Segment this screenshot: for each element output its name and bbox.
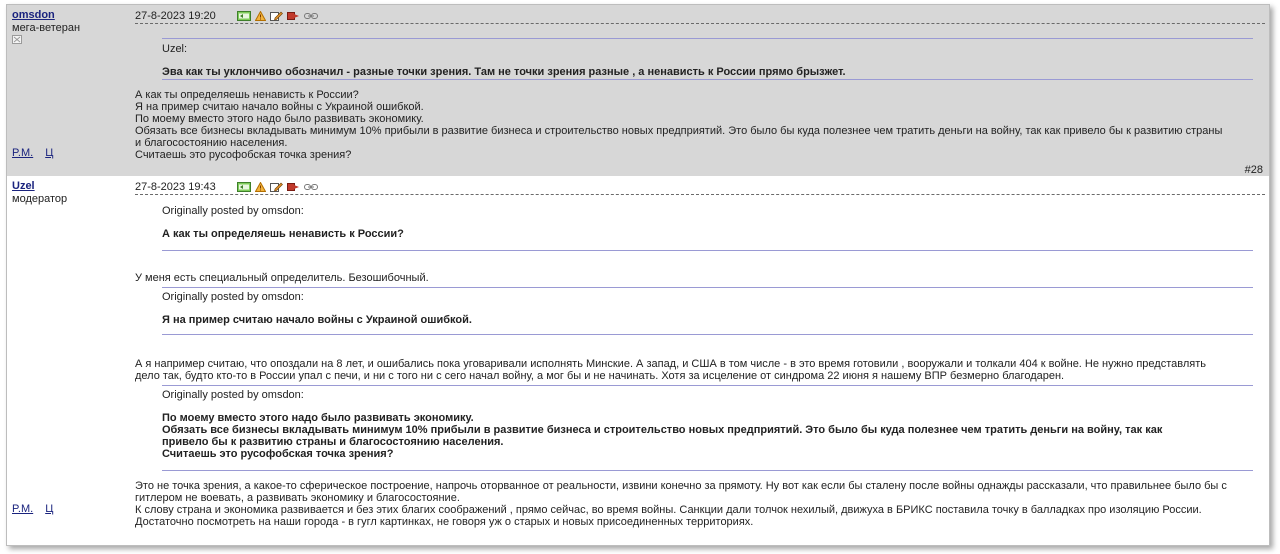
- post-message: А как ты определяешь ненависть к России?…: [135, 89, 1265, 161]
- message-line: Это не точка зрения, а какое-то сферичес…: [135, 480, 1227, 492]
- message-line: Достаточно посмотреть на наши города - в…: [135, 516, 754, 528]
- post-number[interactable]: #28: [1245, 164, 1263, 176]
- quote-author: Originally posted by omsdon:: [162, 389, 304, 401]
- edit-icon[interactable]: [270, 182, 283, 192]
- message-line: По моему вместо этого надо было развиват…: [135, 113, 424, 125]
- author-name[interactable]: Uzel: [12, 180, 130, 193]
- quote-author: Originally posted by omsdon:: [162, 291, 304, 303]
- ci-link[interactable]: Ц: [45, 503, 53, 515]
- message-line: Обязать все бизнесы вкладывать минимум 1…: [135, 125, 1223, 137]
- author-rank: модератор: [12, 193, 68, 205]
- message-line: и благосостоянию населения.: [135, 137, 288, 149]
- post-actions: [237, 11, 318, 21]
- quote-block: Originally posted by omsdon: Я на пример…: [162, 287, 1253, 335]
- post-body: 27-8-2023 19:20 Uzel: Эва как ты уклончи…: [135, 9, 1265, 161]
- quote-line: привело бы к развитию страны и благосост…: [162, 436, 504, 448]
- post-header: 27-8-2023 19:20: [135, 9, 1265, 24]
- quote-line: По моему вместо этого надо было развиват…: [162, 412, 474, 424]
- quote-author: Uzel:: [162, 43, 188, 55]
- post-date: 27-8-2023 19:43: [135, 181, 216, 193]
- post-header: 27-8-2023 19:43: [135, 180, 1265, 195]
- author-name[interactable]: omsdon: [12, 9, 130, 22]
- post-omsdon: omsdon мега-ветеран P.M. Ц 27-8-2023 19:2…: [7, 5, 1269, 176]
- post-links: P.M. Ц: [12, 147, 65, 159]
- forward-icon[interactable]: [287, 182, 300, 192]
- post-links: P.M. Ц: [12, 503, 65, 515]
- post-uzel: Uzel модератор P.M. Ц 27-8-2023 19:43 Ori…: [7, 176, 1269, 545]
- ci-link[interactable]: Ц: [45, 147, 53, 159]
- post-date: 27-8-2023 19:20: [135, 10, 216, 22]
- quote-line: Обязать все бизнесы вкладывать минимум 1…: [162, 424, 1163, 436]
- post-body: 27-8-2023 19:43 Originally posted by oms…: [135, 180, 1265, 528]
- message-line: Я на пример считаю начало войны с Украин…: [135, 101, 424, 113]
- post-actions: [237, 182, 318, 192]
- message-line: К слову страна и экономика развивается и…: [135, 504, 1202, 516]
- message-line: гитлером не воевать, а развивать экономи…: [135, 492, 460, 504]
- forward-icon[interactable]: [287, 11, 300, 21]
- quote-text: Эва как ты уклончиво обозначил - разные …: [162, 66, 846, 78]
- author-panel: omsdon мега-ветеран: [12, 9, 130, 44]
- quote-line: Считаешь это русофобская точка зрения?: [162, 448, 394, 460]
- report-warning-icon[interactable]: [255, 182, 266, 192]
- message-line: А я например считаю, что опоздали на 8 л…: [135, 358, 1206, 370]
- reply-text: У меня есть специальный определитель. Бе…: [135, 272, 429, 284]
- edit-icon[interactable]: [270, 11, 283, 21]
- quote-block: Uzel: Эва как ты уклончиво обозначил - р…: [162, 38, 1253, 80]
- quote-text: По моему вместо этого надо было развиват…: [162, 412, 1253, 460]
- quote-block: Originally posted by omsdon: А как ты оп…: [162, 202, 1253, 251]
- reply-quote-icon[interactable]: [237, 11, 251, 21]
- reply-text: Это не точка зрения, а какое-то сферичес…: [135, 480, 1265, 528]
- link-icon[interactable]: [304, 11, 318, 21]
- quote-text: А как ты определяешь ненависть к России?: [162, 228, 404, 240]
- pm-link[interactable]: P.M.: [12, 503, 33, 515]
- offline-status-icon: [12, 35, 22, 44]
- report-warning-icon[interactable]: [255, 11, 266, 21]
- message-line: А как ты определяешь ненависть к России?: [135, 89, 359, 101]
- quote-text: Я на пример считаю начало войны с Украин…: [162, 314, 472, 326]
- author-rank: мега-ветеран: [12, 22, 81, 34]
- pm-link[interactable]: P.M.: [12, 147, 33, 159]
- message-line: Считаешь это русофобская точка зрения?: [135, 149, 352, 161]
- reply-quote-icon[interactable]: [237, 182, 251, 192]
- quote-block: Originally posted by omsdon: По моему вм…: [162, 385, 1253, 471]
- link-icon[interactable]: [304, 182, 318, 192]
- reply-text: А я например считаю, что опоздали на 8 л…: [135, 358, 1265, 382]
- quote-author: Originally posted by omsdon:: [162, 205, 304, 217]
- author-panel: Uzel модератор: [12, 180, 130, 205]
- message-line: дело так, будто кто-то в России упал с п…: [135, 370, 1065, 382]
- forum-thread: omsdon мега-ветеран P.M. Ц 27-8-2023 19:2…: [6, 4, 1270, 546]
